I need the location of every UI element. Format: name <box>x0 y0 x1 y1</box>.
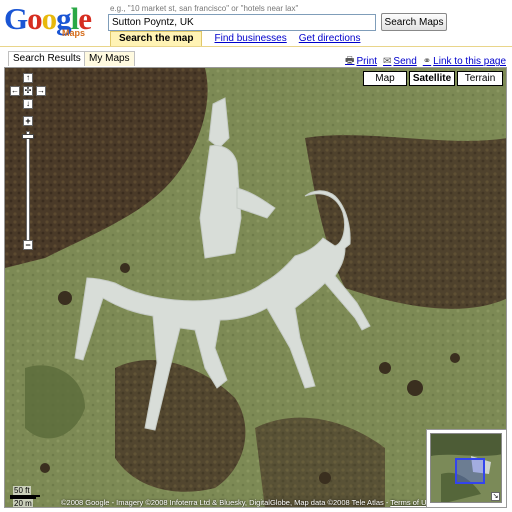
map-type-terrain[interactable]: Terrain <box>457 71 503 86</box>
send-label: Send <box>393 56 417 67</box>
copyright-text: ©2008 Google - Imagery ©2008 Infoterra L… <box>61 498 391 507</box>
zoom-in-button[interactable]: + <box>23 116 33 126</box>
search-input[interactable] <box>108 14 376 31</box>
google-maps-logo[interactable]: Google Maps <box>4 2 104 42</box>
pan-right-icon[interactable]: → <box>36 86 46 96</box>
header-divider <box>0 46 512 47</box>
zoom-out-button[interactable]: − <box>23 240 33 250</box>
zoom-slider-track[interactable] <box>26 131 30 241</box>
zoom-slider-thumb[interactable] <box>22 134 34 139</box>
overview-imagery[interactable]: ↘ <box>430 433 502 503</box>
logo-sub: Maps <box>62 28 86 38</box>
search-hint: e.g., "10 market st, san francisco" or "… <box>110 4 299 13</box>
satellite-map[interactable]: Map Satellite Terrain ↑ ← ✣ → ↓ + − 50 f… <box>4 67 507 508</box>
overview-map[interactable]: ↘ <box>426 429 506 507</box>
tab-get-directions[interactable]: Get directions <box>299 33 361 46</box>
pan-up-icon[interactable]: ↑ <box>23 73 33 83</box>
tab-find-businesses[interactable]: Find businesses <box>214 33 286 46</box>
tab-search-the-map[interactable]: Search the map <box>110 31 203 46</box>
overview-viewport-box[interactable] <box>455 458 485 484</box>
scale-feet: 50 ft <box>13 486 31 495</box>
pan-center-icon[interactable]: ✣ <box>23 86 33 96</box>
map-type-satellite[interactable]: Satellite <box>409 71 455 86</box>
scale-meters: 20 m <box>13 499 33 508</box>
link-label: Link to this page <box>433 56 506 67</box>
overview-collapse-icon[interactable]: ↘ <box>491 492 500 501</box>
search-mode-tabs: Search the map Find businesses Get direc… <box>110 31 360 46</box>
scale-bar: 50 ft 20 m <box>10 486 50 508</box>
map-type-map[interactable]: Map <box>363 71 407 86</box>
tab-my-maps[interactable]: My Maps <box>84 51 135 66</box>
search-maps-button[interactable]: Search Maps <box>381 13 447 31</box>
envelope-icon: ✉ <box>383 56 392 67</box>
print-label: Print <box>356 56 378 67</box>
tab-search-results[interactable]: Search Results <box>8 51 86 66</box>
pan-down-icon[interactable]: ↓ <box>23 99 33 109</box>
map-copyright: ©2008 Google - Imagery ©2008 Infoterra L… <box>61 498 434 507</box>
pan-left-icon[interactable]: ← <box>10 86 20 96</box>
chain-link-icon: ⚭ <box>422 56 432 67</box>
